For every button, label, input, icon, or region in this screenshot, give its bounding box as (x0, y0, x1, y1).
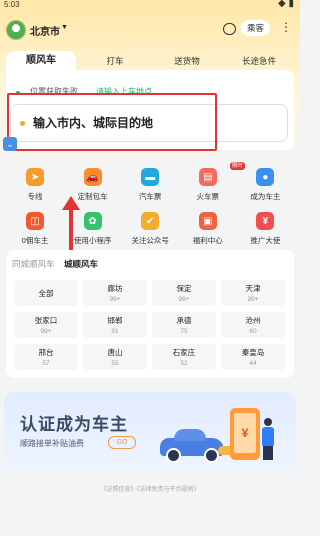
annotation-highlight-box (7, 93, 217, 151)
route-count: 99+ (109, 296, 121, 303)
footer-links[interactable]: 《证照信息》《法律免责与平台规则》 (0, 484, 300, 493)
tab-intercity[interactable]: 城顺风车 (64, 258, 98, 270)
car-wheel (204, 448, 219, 463)
status-icons: ◆ ▮ (278, 0, 294, 9)
identity-switch[interactable]: 乘客 (240, 20, 270, 36)
bag-icon: ◫ (26, 212, 44, 230)
chevron-down-icon[interactable]: ▼ (61, 24, 68, 31)
phone-illustration: ¥ (230, 408, 260, 460)
route-count: 44 (249, 360, 257, 367)
service-label: 成为车主 (250, 192, 281, 201)
mini-program-icon: ✿ (83, 212, 102, 230)
car-icon: 🚗 (83, 168, 102, 186)
route-city-cell[interactable]: 石家庄 52 (152, 344, 216, 370)
route-count: 57 (42, 360, 50, 367)
service-item[interactable]: ✔ 关注公众号 (121, 212, 179, 246)
person-body (262, 427, 274, 447)
service-label: 关注公众号 (131, 236, 169, 245)
tab-same-city[interactable]: 同城顺风车 (12, 258, 55, 270)
route-count: 99+ (247, 296, 259, 303)
city-name: 张家口 (34, 316, 58, 325)
route-count: 91 (111, 328, 119, 335)
gift-icon: ▣ (198, 212, 217, 230)
route-city-cell[interactable]: 承德 75 (152, 312, 216, 338)
service-label: 推广大使 (250, 236, 281, 245)
person-legs (263, 446, 273, 460)
route-count: 55 (111, 360, 119, 367)
service-label: 火车票 (196, 192, 220, 201)
route-icon: ➤ (26, 168, 44, 186)
city-name: 唐山 (107, 348, 123, 357)
city-name: 承德 (176, 316, 192, 325)
route-city-cell[interactable]: 张家口 99+ (14, 312, 78, 338)
tab-dache[interactable]: 打车 (84, 51, 146, 71)
service-grid: ➤ 专线 🚗 定制包车 ▬ 汽车票 ▤ 限时 火车票 ● 成为车主 ◫ 0佣车主 ✿ 使用小程序 ✔ 关注公众号… (6, 160, 294, 248)
service-label: 福利中心 (192, 236, 223, 245)
status-time: 5:03 (4, 0, 20, 9)
banner-subtitle: 顺路接单补贴油费 (20, 439, 84, 448)
service-item[interactable]: ◫ 0佣车主 (6, 212, 64, 246)
annotation-arrow-head (62, 196, 80, 210)
ambassador-icon: ¥ (256, 212, 275, 230)
city-name: 沧州 (245, 316, 261, 325)
city-name: 廊坊 (107, 284, 123, 293)
tab-changtu[interactable]: 长途急件 (226, 51, 292, 71)
person-head (264, 418, 272, 426)
service-tabs: 顺风车 打车 送货物 长途急件 (6, 51, 294, 71)
route-city-cell[interactable]: 邯郸 91 (83, 312, 147, 338)
route-city-cell[interactable]: 保定 99+ (152, 280, 216, 306)
route-count: 99+ (40, 328, 52, 335)
city-name: 全部 (38, 289, 54, 298)
city-name: 邯郸 (107, 316, 123, 325)
service-item[interactable]: ▤ 限时 火车票 (179, 162, 245, 202)
service-item[interactable]: ¥ 推广大使 (236, 212, 294, 246)
train-ticket-icon: ▤ (198, 168, 217, 186)
city-name: 天津 (245, 284, 261, 293)
yuan-icon: ¥ (234, 413, 256, 453)
route-city-cell[interactable]: 天津 99+ (221, 280, 285, 306)
tab-shunfengche[interactable]: 顺风车 (6, 51, 76, 71)
banner-go-button[interactable]: GO (108, 436, 136, 449)
service-item[interactable]: ▣ 福利中心 (179, 212, 237, 246)
app-header: 北京市 ▼ 乘客 ⋮ (0, 16, 300, 44)
route-city-cell[interactable]: 全部 (14, 280, 78, 306)
service-item[interactable]: ➤ 专线 (6, 168, 64, 202)
city-name: 保定 (176, 284, 192, 293)
city-name: 秦皇岛 (241, 348, 265, 357)
car-wheel (166, 448, 181, 463)
route-city-cell[interactable]: 廊坊 99+ (83, 280, 147, 306)
avatar[interactable] (6, 20, 26, 40)
route-count: 60 (249, 328, 257, 335)
route-city-cell[interactable]: 沧州 60 (221, 312, 285, 338)
tab-songhuowu[interactable]: 送货物 (156, 51, 218, 71)
banner-title: 认证成为车主 (20, 415, 128, 434)
service-label: 0佣车主 (21, 236, 49, 245)
route-city-cell[interactable]: 邢台 57 (14, 344, 78, 370)
chat-icon[interactable] (223, 23, 236, 35)
service-label: 汽车票 (138, 192, 162, 201)
route-count: 52 (180, 360, 188, 367)
city-name: 石家庄 (172, 348, 196, 357)
route-count: 75 (180, 328, 188, 335)
route-count: 99+ (178, 296, 190, 303)
city-selector[interactable]: 北京市 (30, 23, 60, 38)
service-item[interactable]: ▬ 汽车票 (121, 168, 179, 202)
route-city-cell[interactable]: 唐山 55 (83, 344, 147, 370)
driver-icon: ● (256, 168, 275, 186)
bus-ticket-icon: ▬ (141, 168, 160, 186)
more-icon[interactable]: ⋮ (280, 20, 292, 34)
service-item[interactable]: ● 成为车主 (236, 168, 294, 202)
service-label: 专线 (27, 192, 43, 201)
city-name: 邢台 (38, 348, 54, 357)
car-illustration (160, 429, 224, 463)
collapse-button[interactable]: ⌄ (3, 137, 17, 151)
route-city-cell[interactable]: 秦皇岛 44 (221, 344, 285, 370)
follow-icon: ✔ (141, 212, 160, 230)
